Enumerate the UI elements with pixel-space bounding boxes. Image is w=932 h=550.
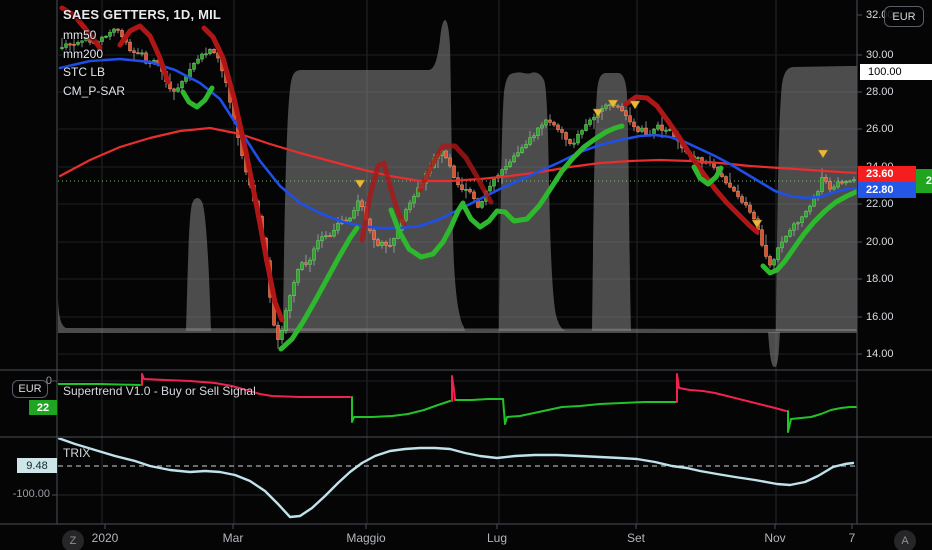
- price-tick-label: 30.00: [866, 49, 894, 61]
- chart-legend: SAES GETTERS, 1D, MIL mm50 mm200 STC LB …: [63, 7, 221, 100]
- legend-item-cm-p-sar: CM_P-SAR: [63, 83, 126, 98]
- price-tick-label: 28.00: [866, 86, 894, 98]
- price-tick-label: 26.00: [866, 123, 894, 135]
- ma-price-label: 22.80: [858, 182, 916, 198]
- currency-button-supertrend[interactable]: EUR: [12, 380, 48, 398]
- legend-item-stc-lb: STC LB: [63, 65, 106, 79]
- auto-scale-button[interactable]: A: [894, 530, 916, 550]
- legend-item-mm200: mm200: [63, 46, 104, 61]
- price-tick-label: 22.00: [866, 198, 894, 210]
- stc-scale-label: 100.00: [860, 64, 932, 80]
- trading-chart-app: SAES GETTERS, 1D, MIL mm50 mm200 STC LB …: [0, 0, 932, 550]
- time-axis-label: Nov: [764, 531, 786, 545]
- time-axis-label: 2020: [91, 531, 119, 545]
- price-tick-label: 18.00: [866, 273, 894, 285]
- zoom-out-button[interactable]: Z: [62, 530, 84, 550]
- last-price-label: 23.60: [858, 166, 916, 182]
- supertrend-pane-title: Supertrend V1.0 - Buy or Sell Signal: [63, 384, 256, 398]
- time-axis-label: Lug: [486, 531, 508, 545]
- time-axis-label: Mar: [222, 531, 244, 545]
- trix-pane-title: TRIX: [63, 446, 91, 460]
- price-tick-label: 20.00: [866, 236, 894, 248]
- symbol-title: SAES GETTERS, 1D, MIL: [63, 7, 222, 22]
- legend-item-mm50: mm50: [63, 28, 97, 42]
- trix-low-tick: -100.00: [12, 488, 50, 500]
- time-axis-label: 7: [848, 531, 856, 545]
- price-tick-label: 16.00: [866, 311, 894, 323]
- time-axis-label: Set: [626, 531, 646, 545]
- supertrend-value-label: 22: [29, 400, 57, 415]
- currency-button-main[interactable]: EUR: [884, 6, 924, 27]
- trix-value-label: 9.48: [17, 458, 57, 473]
- time-axis-label: Maggio: [346, 531, 386, 545]
- price-tick-label: 14.00: [866, 348, 894, 360]
